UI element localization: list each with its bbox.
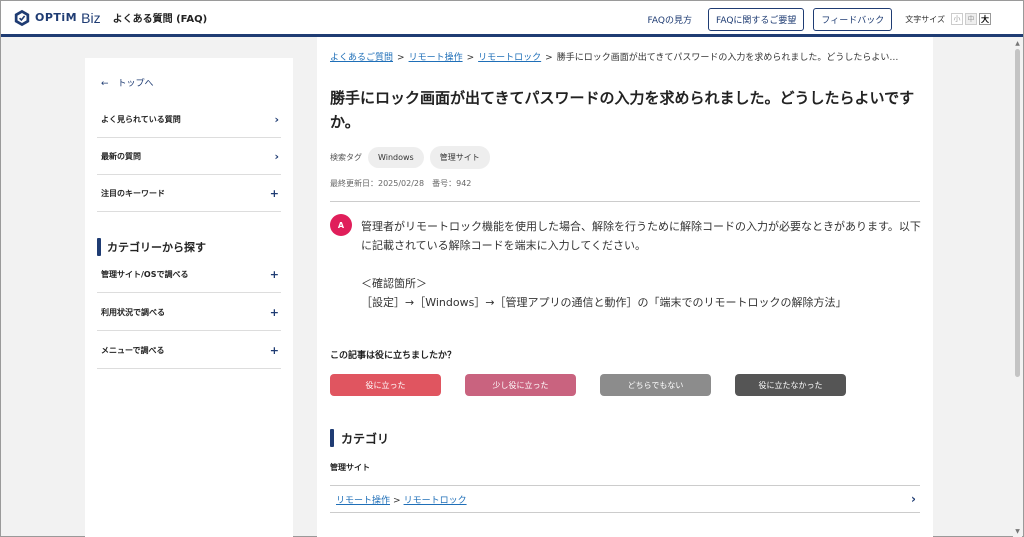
search-tags: 検索タグ Windows 管理サイト bbox=[330, 146, 490, 169]
answer-body: 管理者がリモートロック機能を使用した場合、解除を行うために解除コードの入力が必要… bbox=[361, 217, 921, 312]
answer-paragraph: ＜確認箇所＞ bbox=[361, 277, 427, 290]
search-tags-label: 検索タグ bbox=[330, 153, 362, 162]
category-search-heading: カテゴリーから探す bbox=[97, 238, 206, 256]
chevron-right-icon: › bbox=[274, 112, 279, 126]
font-size-medium-button[interactable]: 中 bbox=[965, 13, 977, 25]
main-content: よくあるご質問 > リモート操作 > リモートロック > 勝手にロック画面が出てきてパスワー… bbox=[317, 37, 933, 537]
breadcrumb-separator: > bbox=[545, 53, 553, 63]
sidebar-item-label: メニューで調べる bbox=[101, 345, 165, 355]
breadcrumb-current: 勝手にロック画面が出てきてパスワードの入力を求められました。どうしたらよい… bbox=[556, 53, 899, 63]
answer-paragraph: 管理者がリモートロック機能を使用した場合、解除を行うために解除コードの入力が必要… bbox=[361, 220, 921, 252]
plus-icon: + bbox=[269, 186, 279, 200]
sidebar-item-keywords[interactable]: 注目のキーワード + bbox=[97, 175, 281, 212]
sidebar-item-site-os[interactable]: 管理サイト/OSで調べる + bbox=[97, 256, 281, 293]
question-title: 勝手にロック画面が出てきてパスワードの入力を求められました。どうしたらよいですか… bbox=[330, 89, 915, 131]
font-size-label: 文字サイズ bbox=[905, 14, 945, 24]
scroll-down-arrow-icon[interactable]: ▼ bbox=[1013, 527, 1022, 536]
tag-windows[interactable]: Windows bbox=[368, 147, 424, 168]
answer-paragraph: ［設定］→［Windows］→［管理アプリの通信と動作］の「端末でのリモートロッ… bbox=[361, 296, 847, 309]
category-separator: > bbox=[393, 495, 401, 506]
sidebar-item-latest[interactable]: 最新の質問 › bbox=[97, 138, 281, 175]
site-title[interactable]: よくある質問 (FAQ) bbox=[113, 10, 208, 25]
breadcrumb-separator: > bbox=[466, 53, 475, 63]
category-subheading: 管理サイト bbox=[330, 463, 370, 472]
sidebar-item-label: よく見られている質問 bbox=[101, 114, 181, 124]
plus-icon: + bbox=[269, 343, 279, 357]
feedback-neutral-button[interactable]: どちらでもない bbox=[600, 374, 711, 396]
faq-request-button[interactable]: FAQに関するご要望 bbox=[707, 7, 805, 31]
scroll-up-arrow-icon[interactable]: ▲ bbox=[1013, 39, 1022, 48]
feedback-somewhat-helpful-button[interactable]: 少し役に立った bbox=[465, 374, 576, 396]
breadcrumb: よくあるご質問 > リモート操作 > リモートロック > 勝手にロック画面が出てきてパスワー… bbox=[330, 50, 930, 63]
feedback-button[interactable]: フィードバック bbox=[813, 7, 893, 31]
plus-icon: + bbox=[269, 267, 279, 281]
feedback-not-helpful-button[interactable]: 役に立たなかった bbox=[735, 374, 846, 396]
scrollbar-thumb[interactable] bbox=[1015, 49, 1020, 377]
faq-guide-link[interactable]: FAQの見方 bbox=[648, 13, 692, 26]
feedback-question: この記事は役に立ちましたか？ bbox=[330, 351, 457, 361]
category-link-lock[interactable]: リモートロック bbox=[404, 496, 467, 506]
site-logo[interactable]: OPTiM Biz bbox=[13, 9, 101, 27]
site-header: OPTiM Biz よくある質問 (FAQ) FAQの見方 FAQに関するご要望… bbox=[1, 1, 1023, 37]
font-size-large-button[interactable]: 大 bbox=[979, 13, 991, 25]
category-path: リモート操作 > リモートロック bbox=[336, 493, 467, 506]
font-size-selector: 小 中 大 bbox=[951, 13, 993, 25]
logo-biz: Biz bbox=[81, 9, 101, 26]
header-actions: FAQの見方 FAQに関するご要望 フィードバック 文字サイズ 小 中 大 bbox=[648, 1, 1023, 37]
category-search-heading-text: カテゴリーから探す bbox=[107, 241, 206, 254]
breadcrumb-link-lock[interactable]: リモートロック bbox=[478, 53, 541, 63]
sidebar-item-menu[interactable]: メニューで調べる + bbox=[97, 332, 281, 369]
chevron-right-icon: › bbox=[274, 149, 279, 163]
font-size-small-button[interactable]: 小 bbox=[951, 13, 963, 25]
tag-admin-site[interactable]: 管理サイト bbox=[429, 146, 490, 169]
breadcrumb-link-faq[interactable]: よくあるご質問 bbox=[330, 53, 393, 63]
plus-icon: + bbox=[269, 305, 279, 319]
sidebar: ← トップへ よく見られている質問 › 最新の質問 › 注目のキーワード + カ… bbox=[85, 58, 293, 537]
answer-badge: A bbox=[330, 214, 352, 236]
sidebar-item-label: 注目のキーワード bbox=[101, 188, 165, 198]
sidebar-item-label: 最新の質問 bbox=[101, 151, 141, 161]
breadcrumb-link-remote[interactable]: リモート操作 bbox=[409, 53, 463, 63]
divider bbox=[330, 201, 920, 202]
category-heading-text: カテゴリ bbox=[341, 431, 390, 446]
sidebar-item-popular[interactable]: よく見られている質問 › bbox=[97, 101, 281, 138]
heading-accent-bar bbox=[97, 238, 101, 256]
category-heading: カテゴリ bbox=[330, 429, 389, 447]
breadcrumb-separator: > bbox=[397, 53, 405, 63]
sidebar-item-label: 管理サイト/OSで調べる bbox=[101, 269, 189, 279]
chevron-right-icon[interactable]: › bbox=[911, 492, 916, 506]
logo-text: OPTiM bbox=[35, 11, 78, 24]
back-to-top-link[interactable]: ← トップへ bbox=[101, 76, 154, 89]
feedback-helpful-button[interactable]: 役に立った bbox=[330, 374, 441, 396]
category-link-remote[interactable]: リモート操作 bbox=[336, 496, 390, 506]
question-meta: 最終更新日：2025/02/28 番号：942 bbox=[330, 179, 472, 188]
sidebar-item-label: 利用状況で調べる bbox=[101, 307, 165, 317]
sidebar-item-usage[interactable]: 利用状況で調べる + bbox=[97, 294, 281, 331]
category-path-row[interactable]: リモート操作 > リモートロック › bbox=[330, 485, 920, 513]
optim-logo-icon bbox=[14, 9, 30, 26]
heading-accent-bar bbox=[330, 429, 334, 447]
